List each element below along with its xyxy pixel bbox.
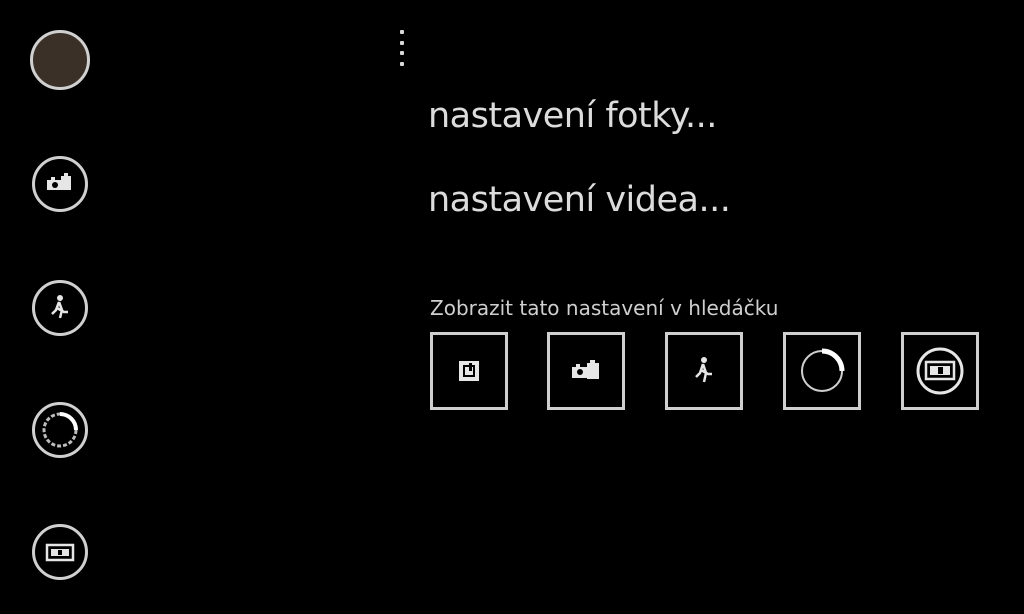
camera-switch-toggle[interactable] (901, 332, 979, 410)
dot (400, 30, 404, 34)
burst-mode-icon (47, 173, 71, 190)
camera-settings-screen: nastavení fotky... nastavení videa... Zo… (0, 0, 1024, 614)
camera-switch-button[interactable] (32, 524, 88, 580)
burst-mode-button[interactable] (32, 156, 88, 212)
scene-mode-icon (51, 295, 68, 319)
video-settings-item[interactable]: nastavení videa... (428, 180, 731, 220)
viewfinder-settings-label: Zobrazit tato nastavení v hledáčku (430, 296, 779, 320)
scene-mode-button[interactable] (32, 280, 88, 336)
photo-settings-item[interactable]: nastavení fotky... (428, 96, 717, 136)
exposure-icon (801, 348, 845, 392)
camera-switch-icon (916, 347, 964, 395)
flash-toggle[interactable] (430, 332, 508, 410)
scene-mode-icon (695, 357, 712, 383)
exposure-button[interactable] (32, 402, 88, 458)
scene-mode-toggle[interactable] (665, 332, 743, 410)
shutter-button[interactable] (30, 30, 90, 90)
camera-switch-icon (45, 543, 75, 562)
burst-mode-toggle[interactable] (547, 332, 625, 410)
flash-icon (459, 361, 479, 381)
exposure-toggle[interactable] (783, 332, 861, 410)
exposure-icon (42, 412, 78, 448)
dot (400, 61, 404, 66)
left-rail (30, 30, 94, 590)
more-options-icon[interactable] (396, 30, 408, 66)
dot (400, 51, 404, 56)
burst-mode-icon (572, 360, 599, 379)
dot (400, 40, 404, 45)
